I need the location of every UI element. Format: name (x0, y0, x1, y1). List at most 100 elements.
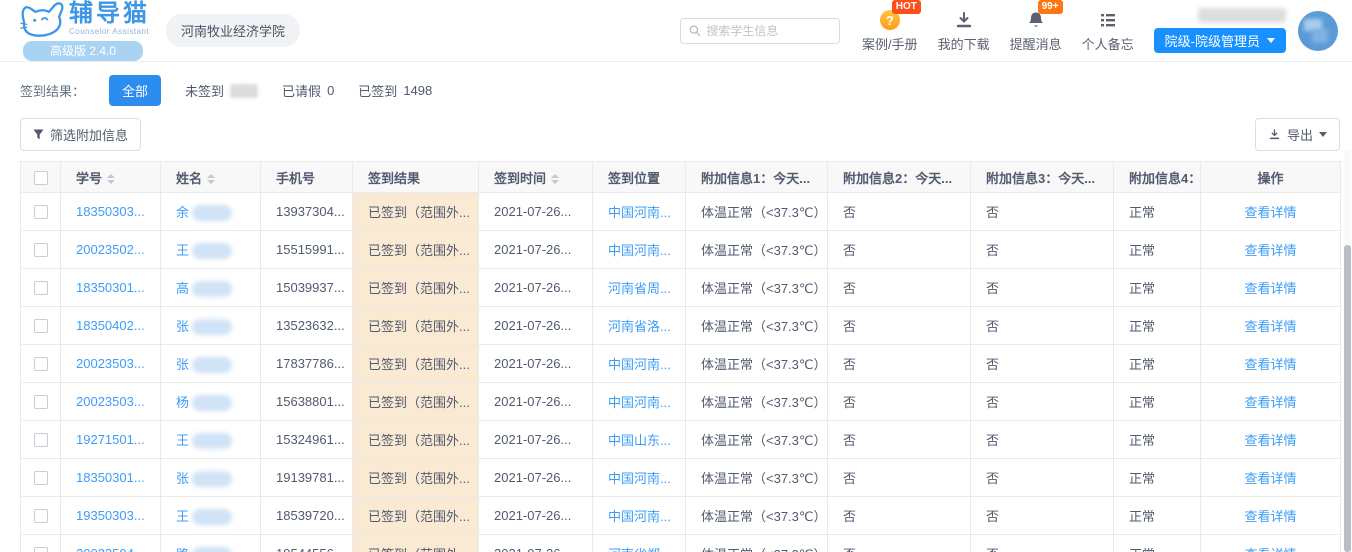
info3-cell: 否 (971, 231, 1114, 269)
location-link[interactable]: 中国河南... (608, 509, 671, 524)
row-checkbox[interactable] (34, 471, 48, 485)
row-checkbox[interactable] (34, 395, 48, 409)
student-name-link[interactable]: 王 (176, 433, 189, 448)
redacted-name-blur (192, 357, 232, 373)
info3-cell: 否 (971, 345, 1114, 383)
signin-result-cell: 已签到（范围外... (353, 383, 479, 421)
row-select-cell (21, 231, 61, 269)
student-id-cell: 18350301... (61, 269, 161, 307)
student-name-link[interactable]: 路 (176, 547, 189, 552)
phone-cell: 13937304... (261, 193, 353, 231)
student-name-link[interactable]: 王 (176, 509, 189, 524)
info2-cell: 否 (828, 345, 971, 383)
filter-option-on-leave[interactable]: 已请假 0 (282, 81, 334, 100)
info1-cell: 体温正常（<37.3℃） (686, 269, 828, 307)
nav-item-cases-manual[interactable]: ? HOT 案例/手册 (862, 8, 918, 53)
view-details-link[interactable]: 查看详情 (1244, 357, 1296, 372)
student-id-link[interactable]: 19350303... (76, 508, 145, 523)
column-header-phone: 手机号 (261, 162, 353, 193)
view-details-link[interactable]: 查看详情 (1244, 243, 1296, 258)
row-checkbox[interactable] (34, 319, 48, 333)
nav-label: 案例/手册 (862, 34, 918, 53)
view-details-link[interactable]: 查看详情 (1244, 319, 1296, 334)
action-cell: 查看详情 (1201, 421, 1341, 459)
view-details-link[interactable]: 查看详情 (1244, 547, 1296, 552)
view-details-link[interactable]: 查看详情 (1244, 509, 1296, 524)
sort-arrows-icon[interactable] (207, 174, 215, 184)
vertical-scrollbar[interactable] (1344, 150, 1351, 552)
table-row: 20023503...张17837786...已签到（范围外...2021-07… (21, 345, 1341, 383)
column-header-time[interactable]: 签到时间 (479, 162, 593, 193)
row-checkbox[interactable] (34, 509, 48, 523)
student-id-link[interactable]: 18350402... (76, 318, 145, 333)
row-select-cell (21, 193, 61, 231)
student-name-link[interactable]: 杨 (176, 395, 189, 410)
student-id-link[interactable]: 20023502... (76, 242, 145, 257)
location-link[interactable]: 中国河南... (608, 357, 671, 372)
student-name-link[interactable]: 张 (176, 471, 189, 486)
phone-cell: 19139781... (261, 459, 353, 497)
filter-additional-info-button[interactable]: 筛选附加信息 (20, 118, 141, 151)
row-checkbox[interactable] (34, 547, 48, 552)
row-checkbox[interactable] (34, 205, 48, 219)
download-icon (954, 10, 974, 30)
view-details-link[interactable]: 查看详情 (1244, 395, 1296, 410)
student-name-link[interactable]: 张 (176, 357, 189, 372)
avatar[interactable] (1298, 11, 1338, 51)
student-id-link[interactable]: 20023503... (76, 394, 145, 409)
location-link[interactable]: 中国河南... (608, 205, 671, 220)
column-header-name[interactable]: 姓名 (161, 162, 261, 193)
student-id-link[interactable]: 18350301... (76, 470, 145, 485)
signed-count: 1498 (403, 83, 432, 98)
export-button[interactable]: 导出 (1255, 118, 1340, 151)
column-header-action: 操作 (1201, 162, 1341, 193)
filter-option-signed[interactable]: 已签到 1498 (358, 81, 432, 100)
info1-cell: 体温正常（<37.3℃） (686, 345, 828, 383)
row-checkbox[interactable] (34, 357, 48, 371)
student-name-cell: 张 (161, 345, 261, 383)
nav-item-reminder-messages[interactable]: 99+ 提醒消息 (1010, 8, 1062, 53)
info3-cell: 否 (971, 459, 1114, 497)
role-switch-button[interactable]: 院级-院级管理员 (1154, 28, 1286, 53)
view-details-link[interactable]: 查看详情 (1244, 433, 1296, 448)
time-cell: 2021-07-26... (479, 193, 593, 231)
action-cell: 查看详情 (1201, 535, 1341, 552)
location-link[interactable]: 河南省郑... (608, 547, 671, 552)
location-link[interactable]: 河南省洛... (608, 319, 671, 334)
row-checkbox[interactable] (34, 281, 48, 295)
student-id-link[interactable]: 18350303... (76, 204, 145, 219)
column-header-info1: 附加信息1：今天... (686, 162, 828, 193)
location-link[interactable]: 中国山东... (608, 433, 671, 448)
column-header-student_id[interactable]: 学号 (61, 162, 161, 193)
scrollbar-thumb[interactable] (1344, 245, 1351, 552)
location-link[interactable]: 中国河南... (608, 243, 671, 258)
nav-item-my-downloads[interactable]: 我的下载 (938, 8, 990, 53)
filter-option-all[interactable]: 全部 (109, 75, 161, 106)
student-name-link[interactable]: 王 (176, 243, 189, 258)
student-name-link[interactable]: 余 (176, 205, 189, 220)
info2-cell: 否 (828, 193, 971, 231)
student-id-link[interactable]: 20023504... (76, 546, 145, 552)
row-checkbox[interactable] (34, 433, 48, 447)
view-details-link[interactable]: 查看详情 (1244, 471, 1296, 486)
student-search-box[interactable] (680, 18, 840, 44)
signin-table: 学号姓名手机号签到结果签到时间签到位置附加信息1：今天...附加信息2：今天..… (20, 161, 1341, 552)
filter-option-not-signed[interactable]: 未签到 (185, 81, 258, 100)
row-checkbox[interactable] (34, 243, 48, 257)
student-id-link[interactable]: 20023503... (76, 356, 145, 371)
location-link[interactable]: 河南省周... (608, 281, 671, 296)
select-all-checkbox[interactable] (34, 171, 48, 185)
student-name-link[interactable]: 高 (176, 281, 189, 296)
sort-arrows-icon[interactable] (551, 174, 559, 184)
student-id-link[interactable]: 18350301... (76, 280, 145, 295)
row-select-cell (21, 497, 61, 535)
location-link[interactable]: 中国河南... (608, 471, 671, 486)
view-details-link[interactable]: 查看详情 (1244, 205, 1296, 220)
search-input[interactable] (706, 24, 831, 38)
view-details-link[interactable]: 查看详情 (1244, 281, 1296, 296)
nav-item-personal-memo[interactable]: 个人备忘 (1082, 8, 1134, 53)
student-id-link[interactable]: 19271501... (76, 432, 145, 447)
sort-arrows-icon[interactable] (107, 174, 115, 184)
student-name-link[interactable]: 张 (176, 319, 189, 334)
location-link[interactable]: 中国河南... (608, 395, 671, 410)
